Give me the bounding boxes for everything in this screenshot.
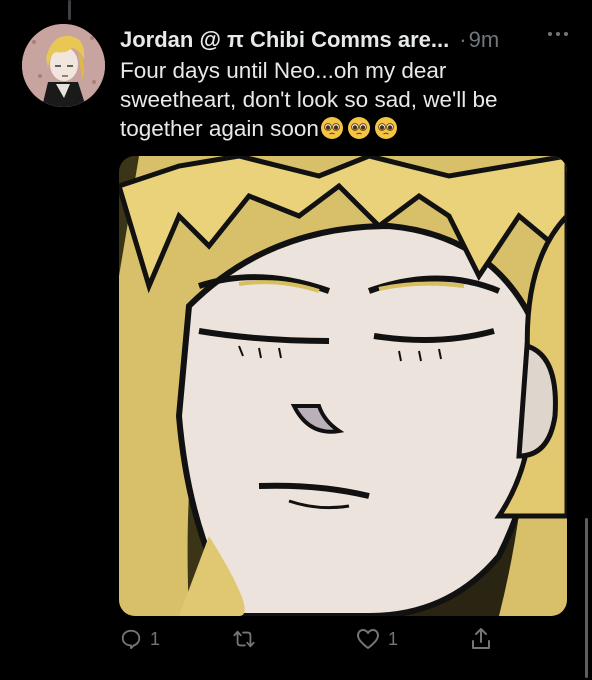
- tweet-text-container: Four days until Neo...oh my dear sweethe…: [120, 56, 560, 143]
- avatar-image: [22, 24, 105, 107]
- retweet-icon: [233, 630, 255, 648]
- tweet-text: Four days until Neo...oh my dear sweethe…: [120, 58, 498, 141]
- reply-count: 1: [150, 628, 161, 649]
- more-options-icon[interactable]: [548, 32, 568, 36]
- tweet-media-image[interactable]: [119, 156, 567, 616]
- scrollbar[interactable]: [585, 518, 588, 678]
- heart-icon: [357, 629, 379, 649]
- thread-connector-line: [68, 0, 71, 20]
- like-count: 1: [388, 628, 399, 649]
- emoji-group: [320, 116, 398, 140]
- pleading-face-emoji-icon: [347, 117, 370, 139]
- share-button[interactable]: [470, 622, 492, 656]
- retweet-button[interactable]: [232, 622, 264, 656]
- timestamp[interactable]: 9m: [469, 27, 500, 53]
- pleading-face-emoji-icon: [374, 117, 397, 139]
- share-icon: [472, 628, 490, 649]
- character-illustration: [119, 156, 567, 616]
- like-button[interactable]: 1: [356, 622, 398, 656]
- avatar[interactable]: [22, 24, 105, 107]
- display-name[interactable]: Jordan @ π Chibi Comms are...: [120, 27, 449, 53]
- tweet-actions: 1 1: [120, 622, 500, 656]
- reply-button[interactable]: 1: [120, 622, 160, 656]
- pleading-face-emoji-icon: [320, 117, 343, 139]
- tweet-header: Jordan @ π Chibi Comms are... · 9m: [120, 26, 572, 54]
- reply-icon: [121, 629, 141, 650]
- separator-dot: ·: [459, 27, 467, 52]
